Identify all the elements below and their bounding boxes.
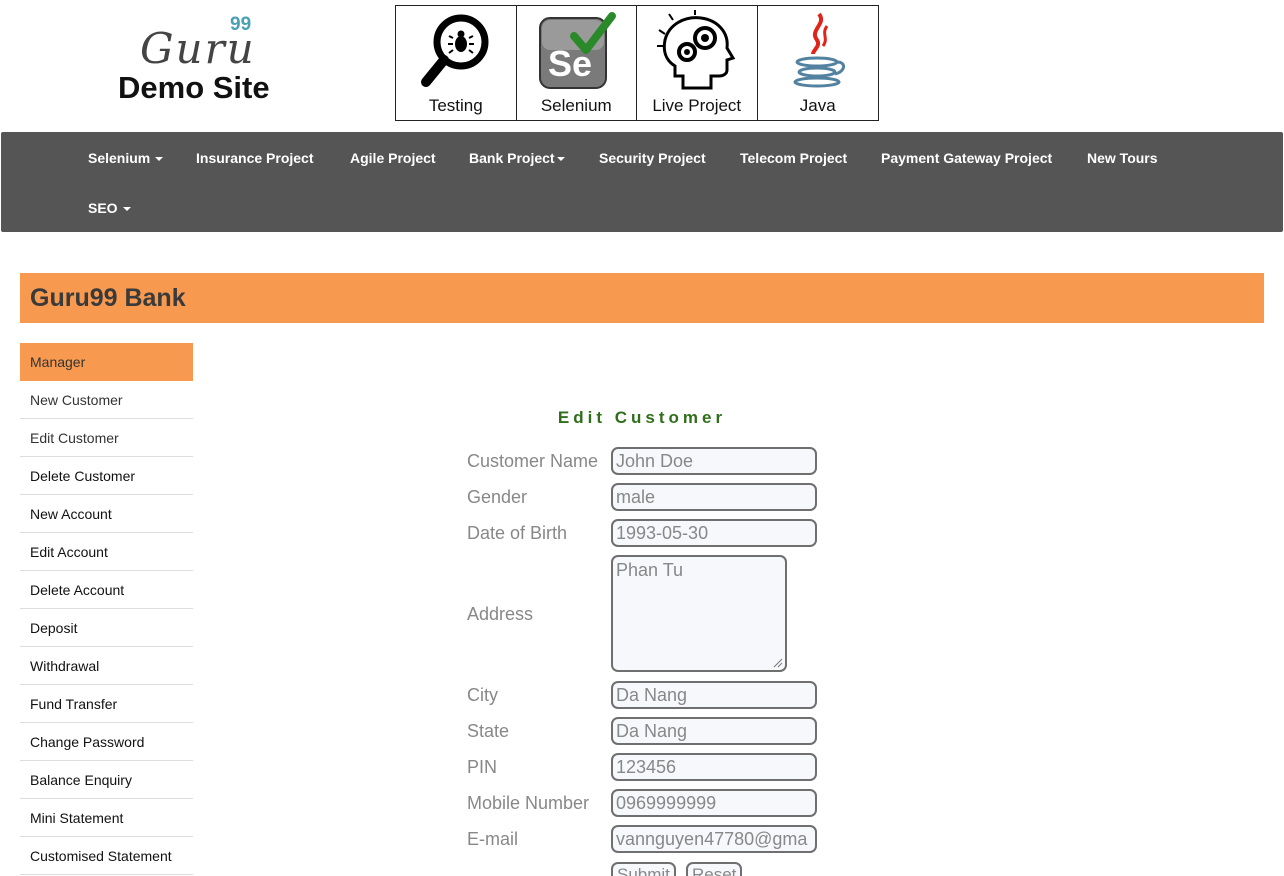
nav-seo[interactable]: SEO	[88, 200, 131, 216]
sidebar-item-delete-account[interactable]: Delete Account	[20, 571, 193, 609]
nav-security-project[interactable]: Security Project	[599, 150, 706, 166]
gender-field[interactable]: male	[611, 483, 817, 511]
sidebar-item-withdrawal[interactable]: Withdrawal	[20, 647, 193, 685]
gender-label: Gender	[467, 487, 528, 507]
nav-label: SEO	[88, 200, 118, 216]
sidebar-item-edit-customer[interactable]: Edit Customer	[20, 419, 193, 457]
submit-button[interactable]: Submit	[611, 862, 676, 876]
email-label: E-mail	[467, 829, 519, 849]
city-label: City	[467, 685, 498, 705]
selenium-icon: Se	[539, 12, 617, 89]
pin-field[interactable]: 123456	[611, 753, 817, 781]
caret-down-icon	[155, 157, 164, 162]
nav-bank-project[interactable]: Bank Project	[469, 150, 565, 166]
java-cup-icon	[793, 12, 845, 88]
nav-new-tours[interactable]: New Tours	[1087, 150, 1158, 166]
logo-superscript: 99	[230, 14, 252, 35]
city-field[interactable]: Da Nang	[611, 681, 817, 709]
nav-selenium[interactable]: Selenium	[88, 150, 164, 166]
main-navbar: Selenium Insurance Project Agile Project…	[1, 132, 1283, 232]
bank-title: Guru99 Bank	[30, 284, 186, 312]
sidebar-item-deposit[interactable]: Deposit	[20, 609, 193, 647]
head-gears-icon	[656, 10, 735, 90]
mobile-label: Mobile Number	[467, 793, 590, 813]
form-title: Edit Customer	[557, 408, 727, 427]
address-textarea[interactable]: Phan Tu	[611, 555, 787, 672]
tile-label: Live Project	[652, 96, 742, 115]
sidebar-item-customised-statement[interactable]: Customised Statement	[20, 837, 193, 875]
tile-live-project[interactable]: Live Project	[637, 6, 758, 120]
tile-java[interactable]: Java	[758, 6, 879, 120]
mobile-field[interactable]: 0969999999	[611, 789, 817, 817]
dob-label: Date of Birth	[467, 523, 568, 543]
sidebar-item-new-account[interactable]: New Account	[20, 495, 193, 533]
nav-label: Insurance Project	[196, 150, 314, 166]
bank-banner: Guru99 Bank	[20, 273, 1264, 323]
pin-label: PIN	[467, 757, 498, 777]
email-field[interactable]: vannguyen47780@gma	[611, 825, 817, 853]
address-value: Phan Tu	[616, 560, 684, 580]
sidebar-item-new-customer[interactable]: New Customer	[20, 381, 193, 419]
sidebar-item-edit-account[interactable]: Edit Account	[20, 533, 193, 571]
logo-subtitle: Demo Site	[118, 70, 270, 105]
nav-label: New Tours	[1087, 150, 1158, 166]
nav-payment-gateway-project[interactable]: Payment Gateway Project	[881, 150, 1052, 166]
magnifier-bug-icon	[420, 14, 489, 87]
state-field[interactable]: Da Nang	[611, 717, 817, 745]
customer-name-field[interactable]: John Doe	[611, 447, 817, 475]
tile-testing[interactable]: Testing	[396, 6, 517, 120]
nav-label: Security Project	[599, 150, 706, 166]
sidebar-item-mini-statement[interactable]: Mini Statement	[20, 799, 193, 837]
nav-agile-project[interactable]: Agile Project	[350, 150, 436, 166]
reset-button[interactable]: Reset	[686, 862, 743, 876]
address-label: Address	[467, 604, 534, 624]
nav-label: Payment Gateway Project	[881, 150, 1053, 166]
course-tiles: Testing Se Selenium Live Project Java	[395, 5, 879, 121]
sidebar-item-change-password[interactable]: Change Password	[20, 723, 193, 761]
dob-field[interactable]: 1993-05-30	[611, 519, 817, 547]
sidebar-item-fund-transfer[interactable]: Fund Transfer	[20, 685, 193, 723]
nav-insurance-project[interactable]: Insurance Project	[196, 150, 314, 166]
site-logo[interactable]: Guru 99 Demo Site	[118, 12, 288, 107]
tile-label: Selenium	[540, 96, 612, 115]
nav-label: Agile Project	[350, 150, 436, 166]
tile-label: Java	[799, 96, 836, 115]
sidebar-item-delete-customer[interactable]: Delete Customer	[20, 457, 193, 495]
customer-name-label: Customer Name	[467, 451, 599, 471]
resize-grip-icon[interactable]	[773, 658, 783, 668]
sidebar-item-manager[interactable]: Manager	[20, 343, 193, 381]
caret-down-icon	[556, 157, 565, 162]
nav-label: Telecom Project	[740, 150, 848, 166]
sidebar-item-balance-enquiry[interactable]: Balance Enquiry	[20, 761, 193, 799]
nav-label: Selenium	[88, 150, 151, 166]
caret-down-icon	[122, 207, 131, 212]
nav-telecom-project[interactable]: Telecom Project	[740, 150, 847, 166]
tile-selenium[interactable]: Se Selenium	[517, 6, 637, 120]
state-label: State	[467, 721, 510, 741]
tile-label: Testing	[428, 96, 483, 115]
nav-label: Bank Project	[469, 150, 555, 166]
manager-sidebar: Manager New Customer Edit Customer Delet…	[20, 343, 193, 875]
